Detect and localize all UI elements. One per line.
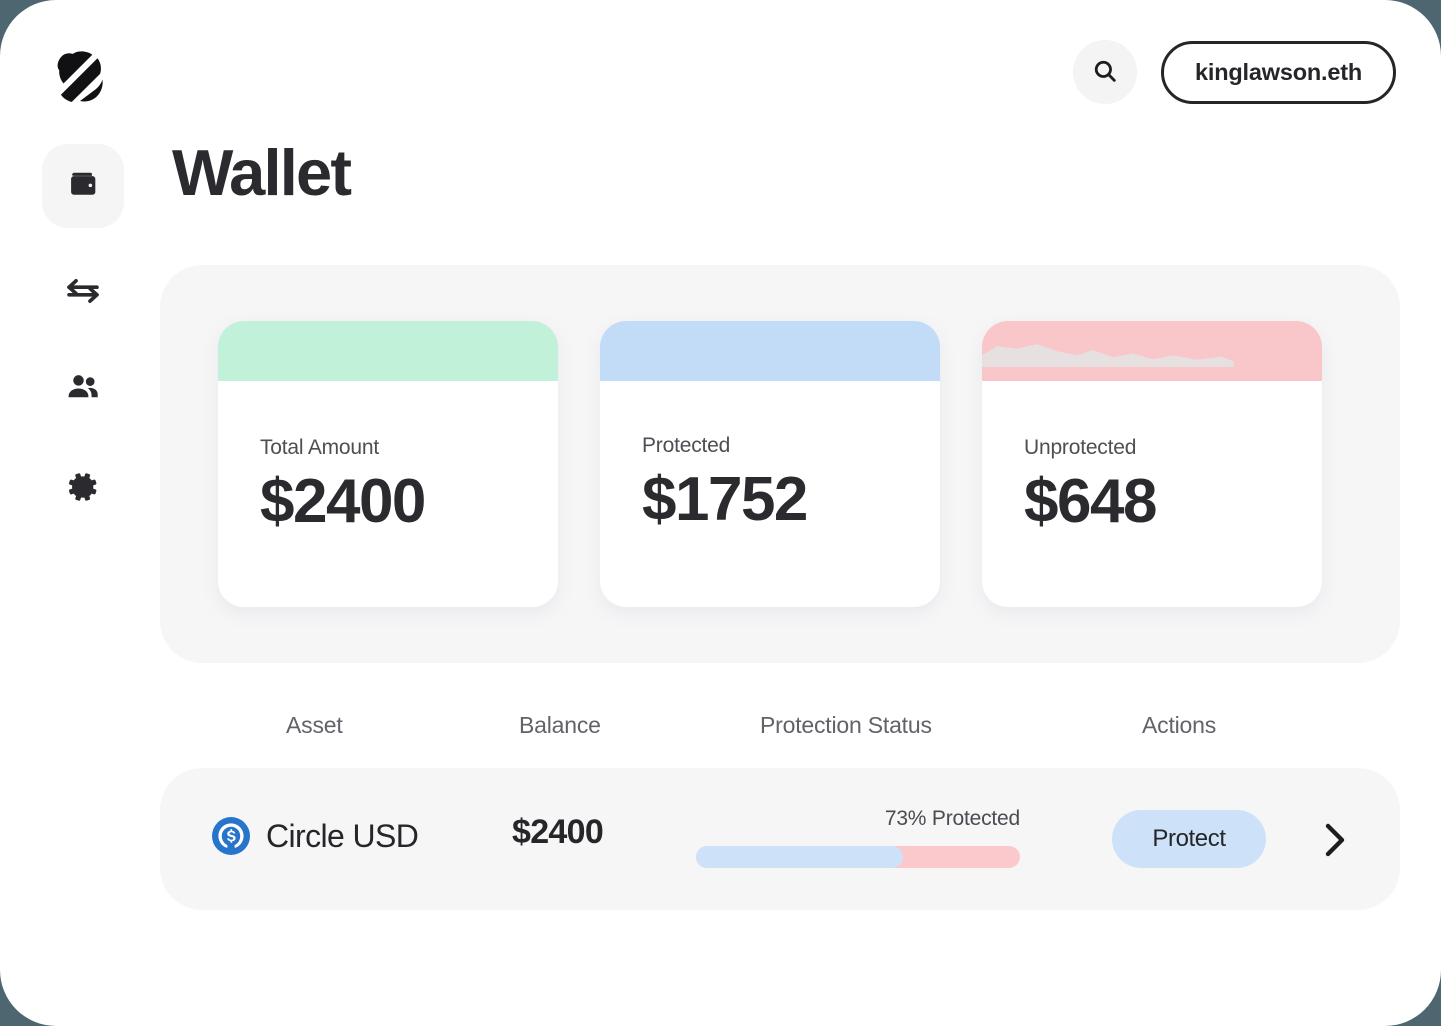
- sidebar-item-settings[interactable]: [42, 447, 124, 531]
- usdc-coin-icon: [212, 817, 250, 855]
- gear-icon: [65, 469, 101, 510]
- column-header-balance: Balance: [519, 712, 601, 738]
- asset-name: Circle USD: [266, 818, 419, 854]
- stat-card-label: Protected: [642, 434, 731, 457]
- sidebar: [42, 144, 124, 531]
- protection-status-label: 73% Protected: [884, 807, 1020, 830]
- stat-card-unprotected[interactable]: Unprotected $648: [982, 321, 1322, 607]
- column-header-asset: Asset: [286, 712, 343, 738]
- topbar-actions: kinglawson.eth: [1073, 40, 1396, 104]
- wallet-icon: [66, 167, 100, 206]
- protection-status-cell: 73% Protected: [696, 808, 1020, 868]
- column-header-actions: Actions: [1142, 712, 1217, 738]
- search-icon: [1092, 58, 1118, 87]
- stat-card-label: Total Amount: [260, 436, 380, 459]
- card-accent-band: [218, 321, 558, 381]
- asset-cell: Circle USD: [212, 817, 419, 855]
- stat-card-label: Unprotected: [1024, 436, 1137, 459]
- swap-arrows-icon: [64, 272, 102, 315]
- asset-balance: $2400: [512, 813, 604, 851]
- band-texture: [982, 344, 1234, 367]
- summary-cards: Total Amount $2400 Protected $1752 Unpro…: [218, 321, 1322, 607]
- stat-card-total-amount[interactable]: Total Amount $2400: [218, 321, 558, 607]
- sidebar-item-wallet[interactable]: [42, 144, 124, 228]
- stat-card-value: $648: [1024, 467, 1157, 536]
- chevron-right-icon[interactable]: [1318, 818, 1352, 862]
- account-name: kinglawson.eth: [1195, 58, 1362, 85]
- protect-button[interactable]: Protect: [1112, 810, 1266, 868]
- protection-progress-fill: [696, 846, 904, 868]
- table-row[interactable]: Circle USD $2400 73% Protected Protect: [160, 768, 1400, 910]
- stat-card-value: $1752: [642, 465, 808, 534]
- card-accent-band: [982, 321, 1322, 381]
- stat-card-protected[interactable]: Protected $1752: [600, 321, 940, 607]
- sidebar-item-transfer[interactable]: [42, 251, 124, 335]
- protection-progress-bar: [696, 846, 1020, 868]
- app-window: kinglawson.eth Wallet Total Amount $2400…: [0, 0, 1441, 1026]
- stat-card-value: $2400: [260, 467, 426, 536]
- page-title: Wallet: [172, 136, 352, 209]
- card-accent-band: [600, 321, 940, 381]
- assets-table-header: Asset Balance Protection Status Actions: [160, 712, 1400, 746]
- protect-button-label: Protect: [1152, 825, 1226, 852]
- column-header-protection-status: Protection Status: [760, 712, 932, 738]
- sidebar-item-contacts[interactable]: [42, 347, 124, 431]
- sliced-sphere-logo[interactable]: [47, 44, 119, 106]
- people-icon: [65, 369, 101, 410]
- search-button[interactable]: [1073, 40, 1138, 104]
- summary-panel: Total Amount $2400 Protected $1752 Unpro…: [160, 265, 1400, 663]
- account-pill[interactable]: kinglawson.eth: [1161, 40, 1396, 104]
